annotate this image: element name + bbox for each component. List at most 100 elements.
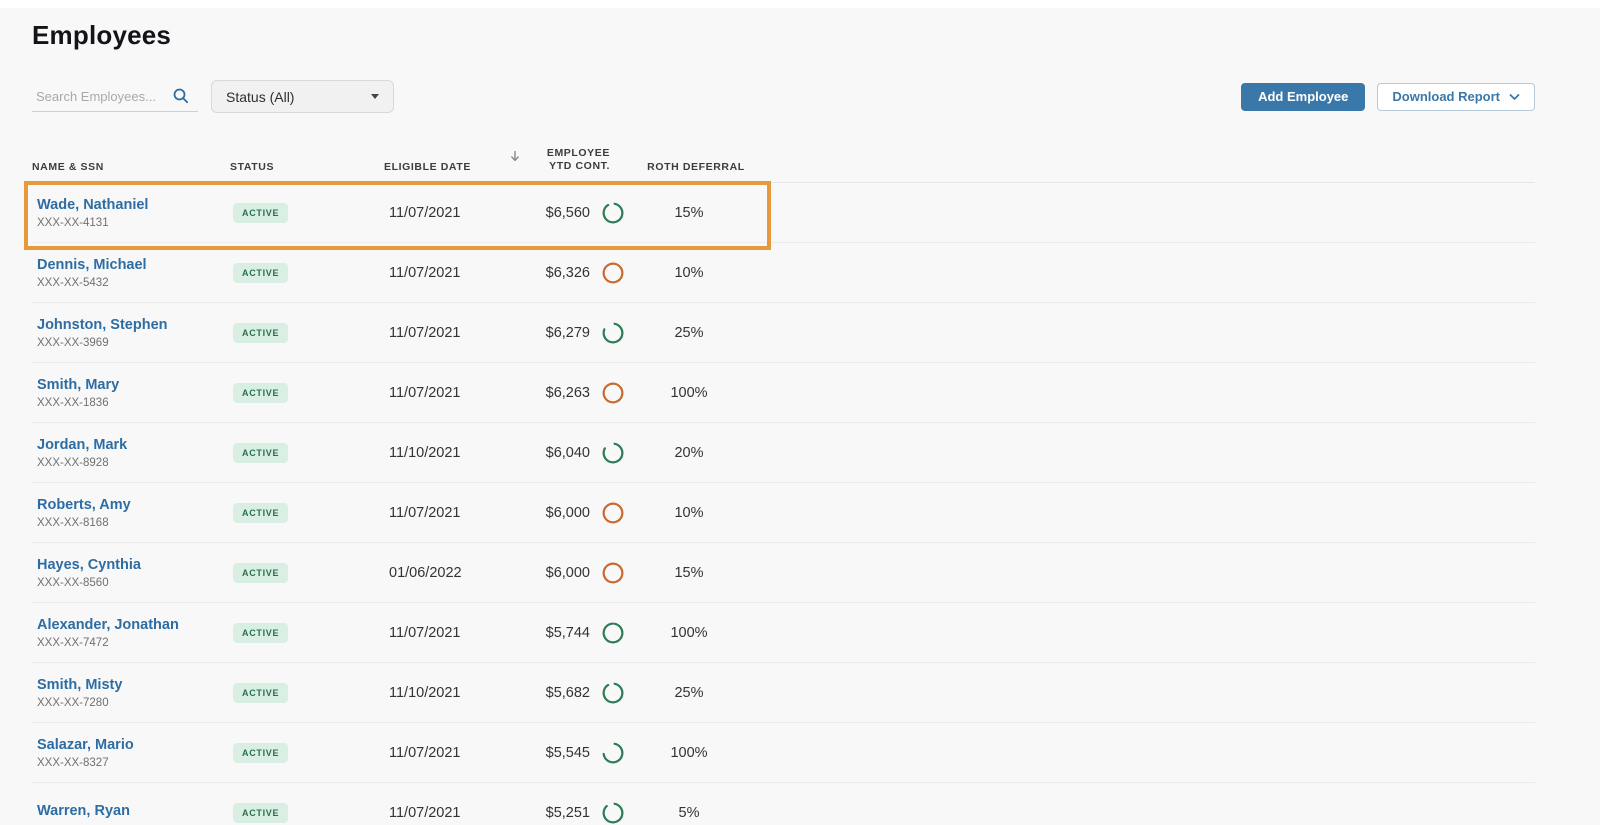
ytd-contribution: $6,279 — [510, 325, 590, 341]
status-filter-value: Status (All) — [226, 89, 294, 105]
status-badge: ACTIVE — [233, 683, 288, 703]
chevron-down-icon — [371, 94, 379, 99]
name-ssn-cell: Johnston, Stephen XXX-XX-3969 — [32, 317, 230, 349]
status-badge: ACTIVE — [233, 263, 288, 283]
roth-deferral: 100% — [636, 745, 756, 761]
download-report-label: Download Report — [1392, 89, 1500, 104]
name-ssn-cell: Wade, Nathaniel XXX-XX-4131 — [32, 197, 230, 229]
status-badge: ACTIVE — [233, 323, 288, 343]
table-row[interactable]: Alexander, Jonathan XXX-XX-7472 ACTIVE 1… — [32, 603, 1535, 663]
status-cell: ACTIVE — [230, 263, 384, 283]
employee-ssn: XXX-XX-7472 — [37, 637, 230, 649]
sort-descending-arrow-icon — [510, 150, 520, 162]
eligible-date: 01/06/2022 — [384, 565, 510, 581]
search-field-wrap — [32, 82, 198, 112]
contribution-progress-ring-icon — [590, 382, 636, 404]
employee-name-link[interactable]: Alexander, Jonathan — [37, 617, 230, 634]
search-icon[interactable] — [172, 87, 190, 105]
employee-ssn: XXX-XX-8327 — [37, 757, 230, 769]
eligible-date: 11/07/2021 — [384, 205, 510, 221]
page-title: Employees — [32, 20, 1535, 52]
contribution-progress-ring-icon — [590, 322, 636, 344]
status-badge: ACTIVE — [233, 383, 288, 403]
name-ssn-cell: Smith, Misty XXX-XX-7280 — [32, 677, 230, 709]
download-report-button[interactable]: Download Report — [1377, 83, 1535, 111]
roth-deferral: 100% — [636, 385, 756, 401]
table-row[interactable]: Dennis, Michael XXX-XX-5432 ACTIVE 11/07… — [32, 243, 1535, 303]
name-ssn-cell: Smith, Mary XXX-XX-1836 — [32, 377, 230, 409]
column-header-eligible-date: ELIGIBLE DATE — [384, 161, 510, 173]
table-row[interactable]: Wade, Nathaniel XXX-XX-4131 ACTIVE 11/07… — [32, 183, 1535, 243]
employee-name-link[interactable]: Johnston, Stephen — [37, 317, 230, 334]
contribution-progress-ring-icon — [590, 442, 636, 464]
table-row[interactable]: Roberts, Amy XXX-XX-8168 ACTIVE 11/07/20… — [32, 483, 1535, 543]
table-header-row: NAME & SSN STATUS ELIGIBLE DATE EMPLOYEE… — [32, 147, 1535, 183]
ytd-contribution: $6,000 — [510, 505, 590, 521]
roth-deferral: 25% — [636, 685, 756, 701]
search-input[interactable] — [32, 89, 170, 104]
column-header-employee-ytd-cont[interactable]: EMPLOYEE YTD CONT. — [510, 147, 636, 173]
status-cell: ACTIVE — [230, 503, 384, 523]
employee-name-link[interactable]: Wade, Nathaniel — [37, 197, 230, 214]
name-ssn-cell: Roberts, Amy XXX-XX-8168 — [32, 497, 230, 529]
table-row[interactable]: Jordan, Mark XXX-XX-8928 ACTIVE 11/10/20… — [32, 423, 1535, 483]
ytd-contribution: $6,560 — [510, 205, 590, 221]
eligible-date: 11/07/2021 — [384, 265, 510, 281]
status-cell: ACTIVE — [230, 383, 384, 403]
add-employee-button[interactable]: Add Employee — [1241, 83, 1365, 111]
table-row[interactable]: Smith, Mary XXX-XX-1836 ACTIVE 11/07/202… — [32, 363, 1535, 423]
ytd-contribution: $6,326 — [510, 265, 590, 281]
eligible-date: 11/07/2021 — [384, 745, 510, 761]
employee-name-link[interactable]: Salazar, Mario — [37, 737, 230, 754]
status-cell: ACTIVE — [230, 683, 384, 703]
employee-name-link[interactable]: Hayes, Cynthia — [37, 557, 230, 574]
column-header-roth-deferral: ROTH DEFERRAL — [636, 161, 756, 173]
eligible-date: 11/10/2021 — [384, 685, 510, 701]
ytd-contribution: $6,000 — [510, 565, 590, 581]
column-header-status: STATUS — [230, 161, 384, 173]
employee-name-link[interactable]: Dennis, Michael — [37, 257, 230, 274]
column-header-label: EMPLOYEE YTD CONT. — [525, 147, 610, 173]
employee-name-link[interactable]: Warren, Ryan — [37, 803, 230, 820]
ytd-contribution: $6,263 — [510, 385, 590, 401]
eligible-date: 11/07/2021 — [384, 805, 510, 821]
employee-name-link[interactable]: Smith, Mary — [37, 377, 230, 394]
contribution-progress-ring-icon — [590, 742, 636, 764]
name-ssn-cell: Warren, Ryan — [32, 803, 230, 823]
status-cell: ACTIVE — [230, 563, 384, 583]
employee-name-link[interactable]: Smith, Misty — [37, 677, 230, 694]
employee-name-link[interactable]: Jordan, Mark — [37, 437, 230, 454]
status-filter-dropdown[interactable]: Status (All) — [211, 80, 394, 113]
status-cell: ACTIVE — [230, 623, 384, 643]
roth-deferral: 25% — [636, 325, 756, 341]
table-row[interactable]: Johnston, Stephen XXX-XX-3969 ACTIVE 11/… — [32, 303, 1535, 363]
name-ssn-cell: Alexander, Jonathan XXX-XX-7472 — [32, 617, 230, 649]
column-header-name-ssn: NAME & SSN — [32, 161, 230, 173]
status-cell: ACTIVE — [230, 803, 384, 823]
table-row[interactable]: Hayes, Cynthia XXX-XX-8560 ACTIVE 01/06/… — [32, 543, 1535, 603]
employee-name-link[interactable]: Roberts, Amy — [37, 497, 230, 514]
status-badge: ACTIVE — [233, 203, 288, 223]
status-cell: ACTIVE — [230, 203, 384, 223]
status-badge: ACTIVE — [233, 443, 288, 463]
contribution-progress-ring-icon — [590, 682, 636, 704]
contribution-progress-ring-icon — [590, 562, 636, 584]
table-row[interactable]: Warren, Ryan ACTIVE 11/07/2021 $5,251 5% — [32, 783, 1535, 825]
name-ssn-cell: Jordan, Mark XXX-XX-8928 — [32, 437, 230, 469]
top-strip — [0, 0, 1600, 8]
roth-deferral: 20% — [636, 445, 756, 461]
ytd-contribution: $5,744 — [510, 625, 590, 641]
status-cell: ACTIVE — [230, 743, 384, 763]
table-row[interactable]: Salazar, Mario XXX-XX-8327 ACTIVE 11/07/… — [32, 723, 1535, 783]
name-ssn-cell: Dennis, Michael XXX-XX-5432 — [32, 257, 230, 289]
contribution-progress-ring-icon — [590, 622, 636, 644]
contribution-progress-ring-icon — [590, 502, 636, 524]
table-row[interactable]: Smith, Misty XXX-XX-7280 ACTIVE 11/10/20… — [32, 663, 1535, 723]
employee-ssn: XXX-XX-8560 — [37, 577, 230, 589]
status-badge: ACTIVE — [233, 803, 288, 823]
contribution-progress-ring-icon — [590, 802, 636, 824]
ytd-contribution: $6,040 — [510, 445, 590, 461]
employee-ssn: XXX-XX-4131 — [37, 217, 230, 229]
roth-deferral: 15% — [636, 205, 756, 221]
name-ssn-cell: Hayes, Cynthia XXX-XX-8560 — [32, 557, 230, 589]
